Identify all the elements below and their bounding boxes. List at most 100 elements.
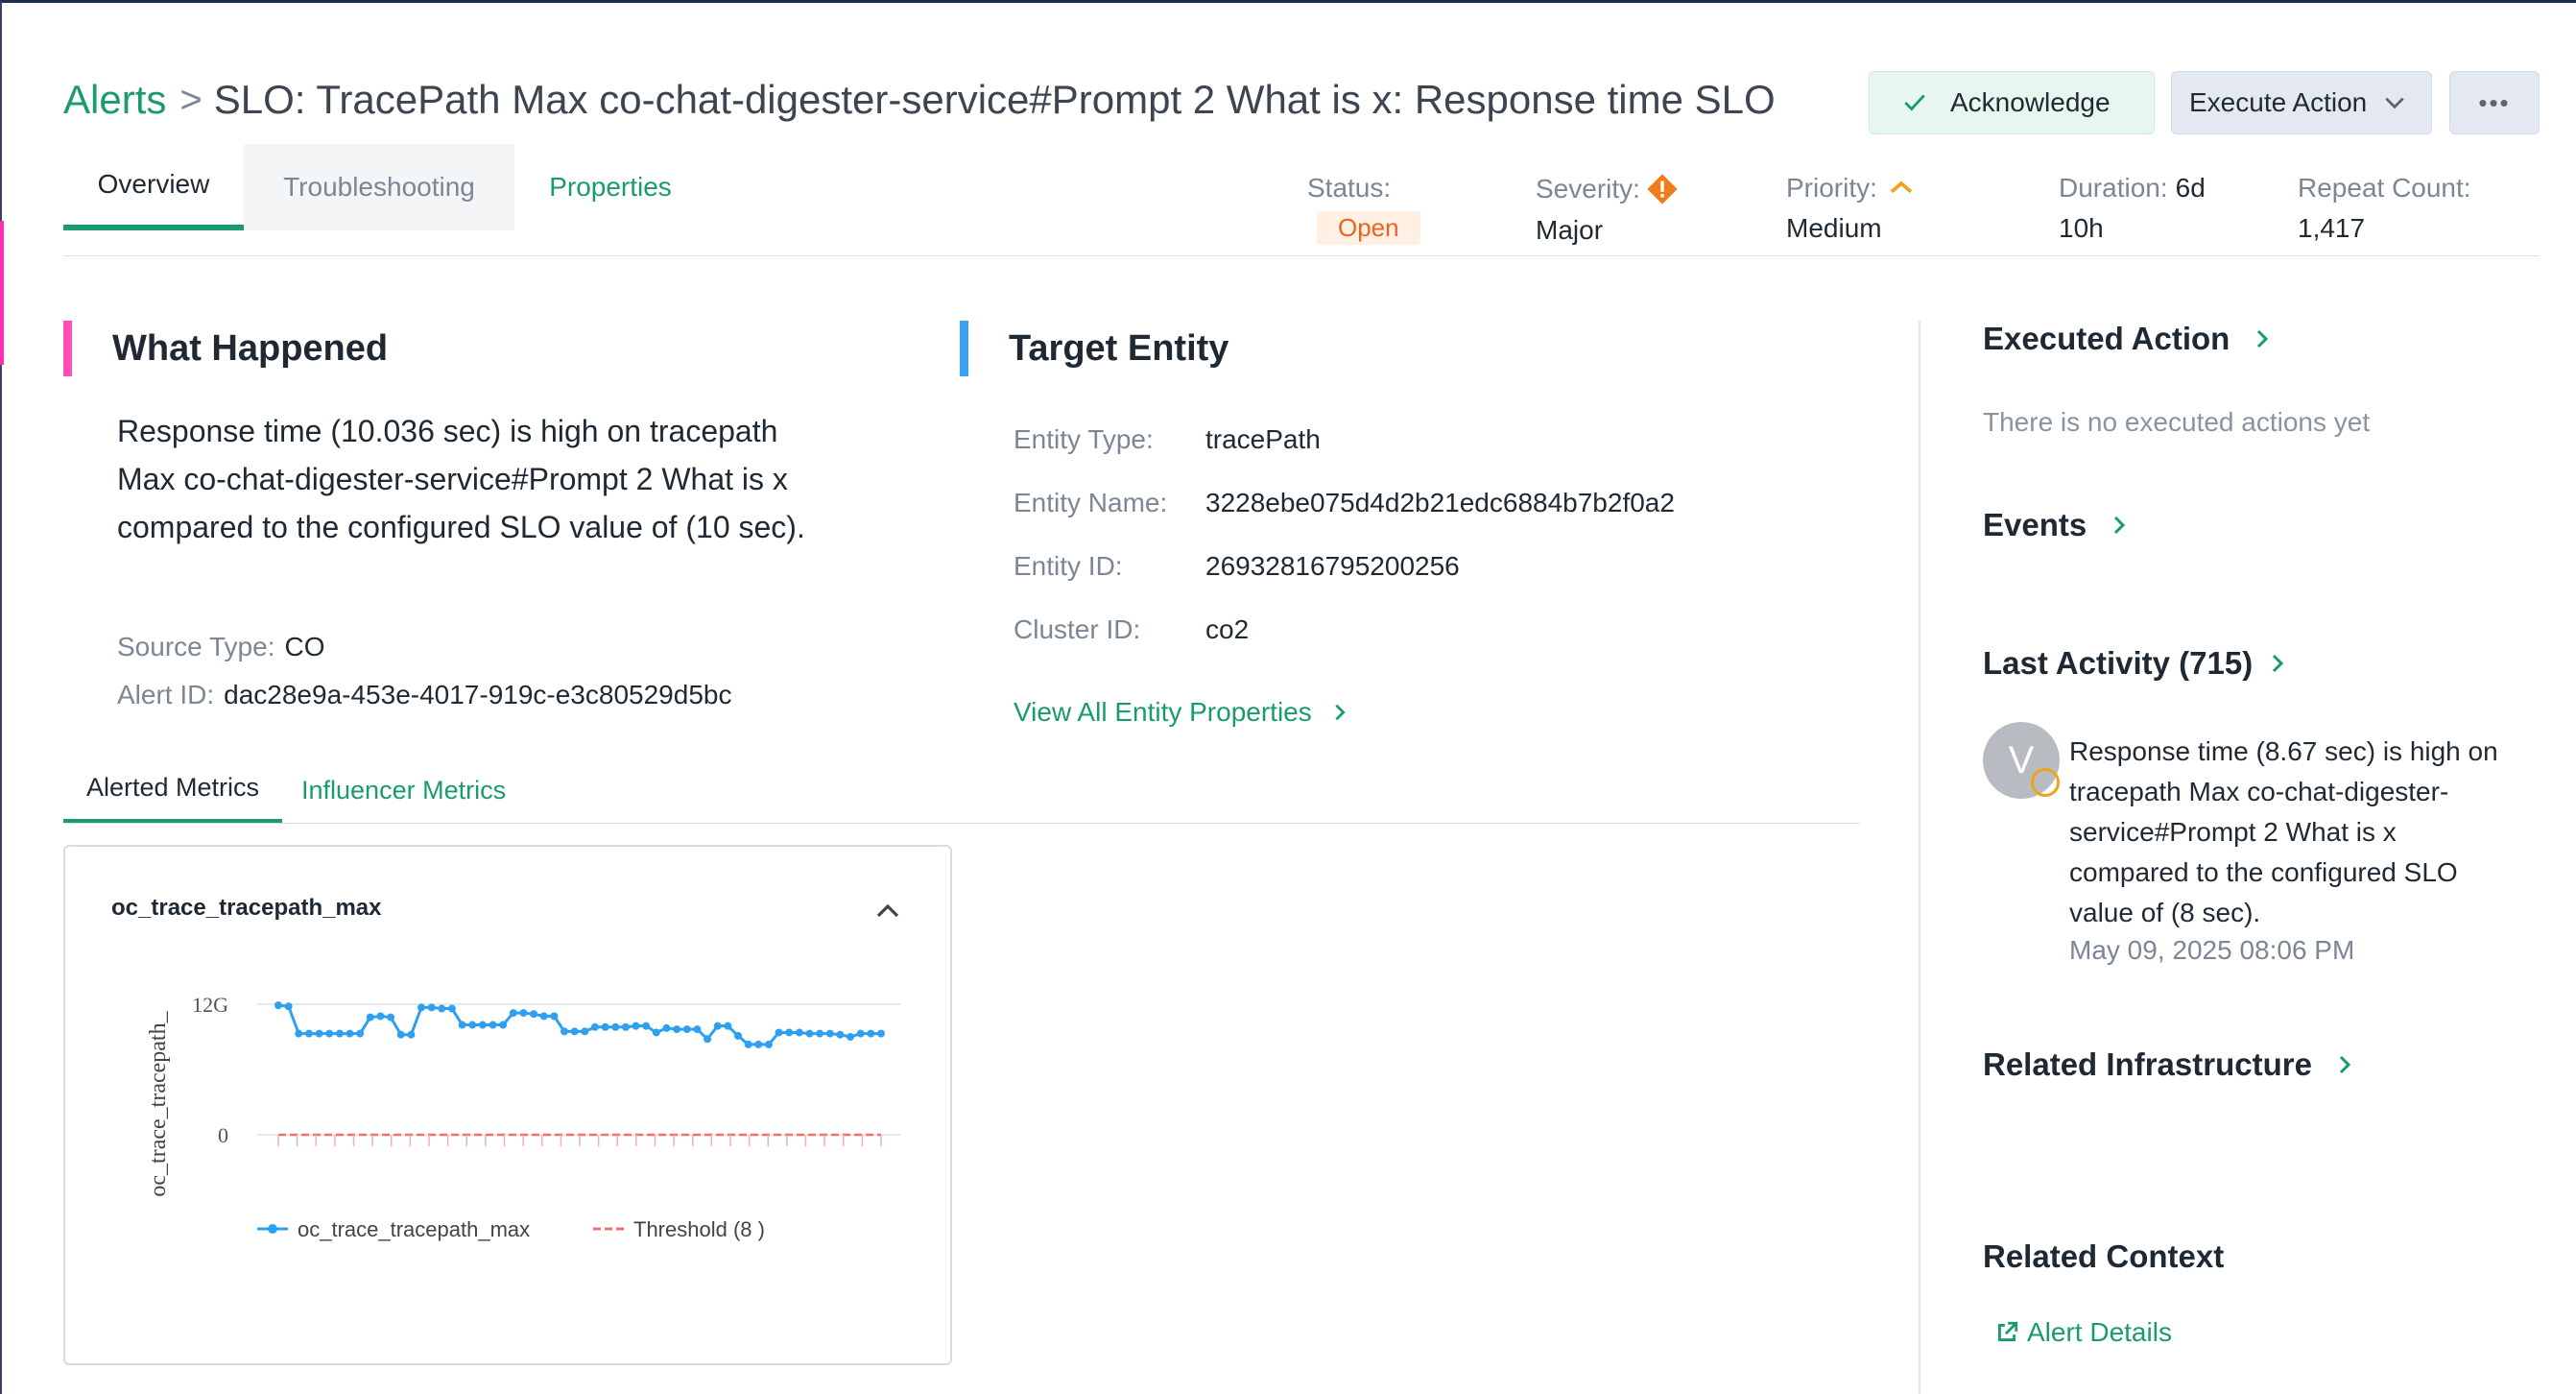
data-point (847, 1033, 855, 1041)
data-point (376, 1012, 385, 1021)
series-threshold (277, 1133, 882, 1146)
chart-legend: oc_trace_tracepath_max Threshold (8 ) (257, 1217, 765, 1241)
data-point (775, 1028, 783, 1037)
related-context-title: Related Context (1983, 1238, 2225, 1274)
alert-details-label: Alert Details (2027, 1317, 2172, 1347)
tab-overview[interactable]: Overview (63, 144, 244, 230)
data-point (417, 1003, 426, 1012)
cluster-id-row: Cluster ID: co2 (1014, 614, 1249, 645)
data-point (704, 1035, 712, 1044)
data-point (795, 1028, 803, 1037)
executed-empty-text: There is no executed actions yet (1983, 407, 2371, 437)
entity-type-row: Entity Type: tracePath (1014, 424, 1321, 455)
more-icon: ••• (2478, 87, 2511, 117)
cluster-id-label: Cluster ID: (1014, 614, 1141, 644)
data-point (489, 1021, 497, 1029)
data-point (682, 1025, 691, 1034)
breadcrumb-alerts-link[interactable]: Alerts (63, 77, 166, 123)
data-point (601, 1022, 609, 1031)
data-point (590, 1022, 599, 1031)
related-infrastructure-header[interactable]: Related Infrastructure (1983, 1046, 2356, 1083)
data-point (438, 1004, 446, 1013)
priority-value: Medium (1786, 213, 1882, 243)
data-point (284, 1002, 293, 1011)
data-point (693, 1025, 702, 1034)
data-point (662, 1023, 671, 1032)
last-activity-header[interactable]: Last Activity (715) (1983, 645, 2289, 682)
severity-major-icon (1647, 174, 1678, 204)
alert-id-label: Alert ID: (117, 680, 215, 709)
repeat-value: 1,417 (2298, 213, 2366, 243)
data-point (825, 1029, 834, 1038)
entity-type-label: Entity Type: (1014, 424, 1154, 454)
data-point (724, 1021, 732, 1030)
data-point (427, 1003, 436, 1012)
data-point (325, 1029, 334, 1038)
duration-meta: Duration: 6d 10h (2059, 173, 2206, 244)
related-context-header: Related Context (1983, 1238, 2224, 1275)
what-happened-title: What Happened (112, 327, 389, 369)
check-icon (1904, 94, 1925, 111)
acknowledge-button[interactable]: Acknowledge (1869, 71, 2155, 134)
more-options-button[interactable]: ••• (2449, 71, 2540, 134)
data-point (509, 1009, 517, 1018)
data-point (713, 1021, 722, 1030)
metric-tabs-divider (63, 823, 1860, 824)
data-point (550, 1012, 559, 1021)
tab-properties[interactable]: Properties (514, 144, 706, 230)
tab-influencer-metrics[interactable]: Influencer Metrics (301, 757, 506, 824)
series-oc-trace-tracepath-max (274, 1001, 885, 1048)
data-point (867, 1029, 875, 1038)
status-meta: Status: Open (1307, 173, 1420, 245)
entity-id-row: Entity ID: 26932816795200256 (1014, 551, 1460, 582)
data-point (274, 1001, 282, 1010)
executed-action-title: Executed Action (1983, 321, 2230, 356)
executed-action-header[interactable]: Executed Action (1983, 321, 2274, 357)
data-point (785, 1028, 794, 1037)
tab-alerted-metrics[interactable]: Alerted Metrics (63, 757, 282, 824)
severity-label: Severity: (1536, 174, 1640, 204)
data-point (673, 1025, 681, 1034)
repeat-label: Repeat Count: (2298, 173, 2471, 203)
duration-value-days: 6d (2175, 173, 2206, 203)
execute-action-button[interactable]: Execute Action (2171, 71, 2432, 134)
status-badge: Open (1317, 211, 1420, 245)
alert-details-link[interactable]: Alert Details (1994, 1317, 2172, 1348)
events-title: Events (1983, 507, 2087, 542)
tab-troubleshooting[interactable]: Troubleshooting (244, 144, 514, 230)
entity-name-value: 3228ebe075d4d2b21edc6884b7b2f0a2 (1205, 488, 1675, 517)
source-type-label: Source Type: (117, 632, 275, 661)
data-point (304, 1029, 313, 1038)
repeat-meta: Repeat Count: 1,417 (2298, 173, 2471, 244)
related-infrastructure-title: Related Infrastructure (1983, 1046, 2312, 1082)
data-point (315, 1029, 323, 1038)
y-tick-12g: 12G (192, 993, 228, 1017)
view-entity-properties-label: View All Entity Properties (1014, 697, 1312, 727)
data-point (458, 1021, 466, 1029)
data-point (396, 1030, 405, 1039)
data-point (652, 1028, 660, 1037)
activity-text: Response time (8.67 sec) is high on trac… (2069, 736, 2498, 927)
data-point (356, 1029, 365, 1038)
alert-id-value: dac28e9a-453e-4017-919c-e3c80529d5bc (224, 680, 732, 709)
view-entity-properties-link[interactable]: View All Entity Properties (1014, 697, 1350, 728)
duration-value-hours: 10h (2059, 213, 2104, 243)
acknowledge-label: Acknowledge (1950, 87, 2111, 117)
last-activity-title: Last Activity (715) (1983, 645, 2254, 681)
data-point (581, 1027, 589, 1036)
data-point (295, 1029, 303, 1038)
data-point (561, 1027, 569, 1036)
target-entity-accent (960, 321, 968, 376)
data-point (805, 1029, 814, 1038)
data-point (519, 1009, 528, 1018)
breadcrumb-separator: > (179, 78, 203, 121)
entity-name-row: Entity Name: 3228ebe075d4d2b21edc6884b7b… (1014, 488, 1675, 518)
cluster-id-value: co2 (1205, 614, 1250, 644)
series-line (277, 1003, 881, 1046)
y-axis-label: oc_trace_tracepath_ (146, 1010, 171, 1196)
data-point (387, 1013, 395, 1021)
data-point (499, 1021, 508, 1029)
data-point (611, 1022, 620, 1031)
data-point (447, 1004, 456, 1013)
events-header[interactable]: Events (1983, 507, 2131, 543)
